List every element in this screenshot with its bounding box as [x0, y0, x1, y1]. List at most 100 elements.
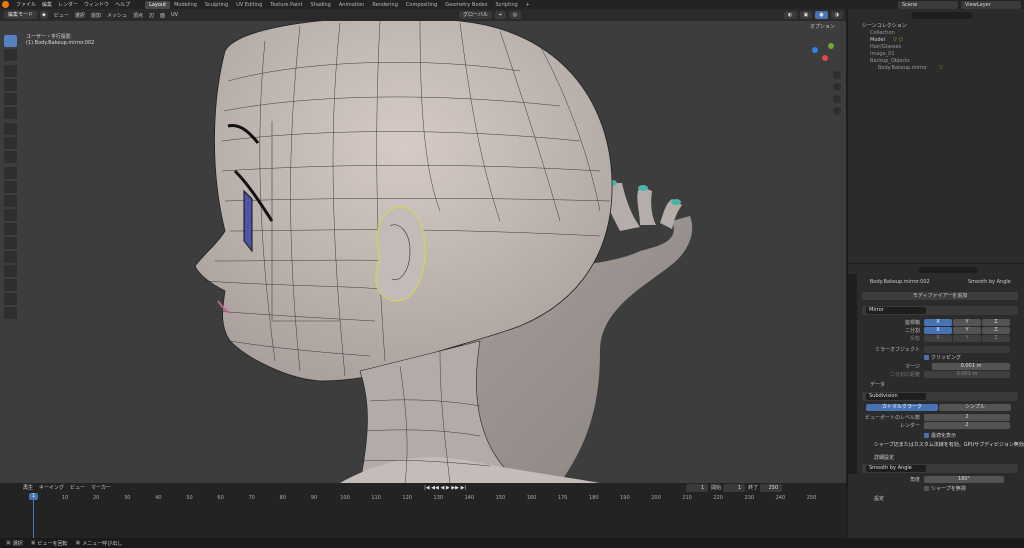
shading-material-icon[interactable]: ◑ — [830, 11, 843, 19]
tab-modeling[interactable]: Modeling — [170, 1, 201, 9]
transform-tool-icon[interactable] — [4, 107, 17, 119]
scale-tool-icon[interactable] — [4, 93, 17, 105]
inset-tool-icon[interactable] — [4, 181, 17, 193]
spin-tool-icon[interactable] — [4, 251, 17, 263]
mirror-name-field[interactable]: Mirror — [866, 307, 926, 314]
menu-add[interactable]: 追加 — [88, 12, 104, 19]
tab-animation[interactable]: Animation — [335, 1, 369, 9]
menu-vertex[interactable]: 頂点 — [130, 12, 146, 19]
mirror-axis-x[interactable]: X — [924, 319, 952, 326]
smooth-name-field[interactable]: Smooth by Angle — [866, 465, 926, 472]
subdivision-modifier-header[interactable]: Subdivision — [862, 392, 1018, 401]
orientation-selector[interactable]: グローバル — [458, 11, 492, 19]
subdivision-name-field[interactable]: Subdivision — [866, 393, 926, 400]
advanced-subpanel[interactable]: 詳細設定 — [874, 454, 894, 461]
catmull-clark-tab[interactable]: カトマルクラーク — [866, 404, 938, 411]
outliner-item[interactable]: Body.Bakeup.mirror ▽ — [848, 64, 1024, 71]
add-cube-tool-icon[interactable] — [4, 151, 17, 163]
shrink-tool-icon[interactable] — [4, 293, 17, 305]
smooth-layer-subpanel[interactable]: 設定 — [874, 495, 884, 502]
tab-rendering[interactable]: Rendering — [368, 1, 402, 9]
tab-scripting[interactable]: Scripting — [491, 1, 521, 9]
viewport-levels-field[interactable]: 2 — [924, 414, 1010, 421]
bisect-z[interactable]: Z — [982, 327, 1010, 334]
menu-face[interactable]: 面 — [157, 12, 168, 19]
outliner-item[interactable]: Collection — [848, 29, 1024, 36]
outliner-item[interactable]: Hair/Glasses — [848, 43, 1024, 50]
tab-shading[interactable]: Shading — [307, 1, 335, 9]
annotate-tool-icon[interactable] — [4, 123, 17, 135]
tab-compositing[interactable]: Compositing — [402, 1, 441, 9]
move-tool-icon[interactable] — [4, 65, 17, 77]
flip-y[interactable]: Y — [953, 335, 981, 342]
menu-view[interactable]: ビュー — [51, 12, 72, 19]
blender-logo-icon[interactable] — [2, 1, 9, 8]
tab-uv-editing[interactable]: UV Editing — [232, 1, 266, 9]
outliner-item[interactable]: Backup_Objects — [848, 57, 1024, 64]
properties-search-input[interactable] — [918, 267, 978, 273]
flip-z[interactable]: Z — [982, 335, 1010, 342]
outliner-item[interactable]: Model ▽ ⬡ — [848, 36, 1024, 43]
poly-build-tool-icon[interactable] — [4, 237, 17, 249]
shear-tool-icon[interactable] — [4, 307, 17, 319]
smooth-tool-icon[interactable] — [4, 265, 17, 277]
menu-edge[interactable]: 辺 — [146, 12, 157, 19]
menu-edit[interactable]: 編集 — [39, 1, 55, 8]
angle-field[interactable]: 180° — [924, 476, 1004, 483]
menu-window[interactable]: ウィンドウ — [81, 1, 112, 8]
tab-layout[interactable]: Layout — [145, 0, 171, 9]
tab-geometry-nodes[interactable]: Geometry Nodes — [441, 1, 491, 9]
outliner-item[interactable]: Image_01 — [848, 50, 1024, 57]
add-modifier-button[interactable]: モディファイアーを追加 — [862, 292, 1018, 300]
outliner-search-input[interactable] — [912, 12, 972, 19]
menu-mesh[interactable]: メッシュ — [104, 12, 130, 19]
menu-uv[interactable]: UV — [168, 12, 181, 18]
bevel-tool-icon[interactable] — [4, 195, 17, 207]
mirror-object-field[interactable] — [924, 346, 1010, 353]
overlay-icon[interactable]: ◐ — [784, 11, 797, 19]
ortho-toggle-icon[interactable] — [833, 107, 841, 115]
tab-texture-paint[interactable]: Texture Paint — [266, 1, 306, 9]
view-layer-selector[interactable]: ViewLayer — [961, 0, 1021, 9]
select-tool-icon[interactable] — [4, 35, 17, 47]
smooth-modifier-header[interactable]: Smooth by Angle — [862, 464, 1018, 473]
vertex-select-button[interactable]: ◆ — [40, 11, 48, 19]
mirror-axis-y[interactable]: Y — [953, 319, 981, 326]
tab-sculpting[interactable]: Sculpting — [201, 1, 232, 9]
edge-slide-tool-icon[interactable] — [4, 279, 17, 291]
3d-viewport[interactable]: ユーザー・平行投影 (1) Body.Bakeup.mirror.002 オプシ… — [0, 21, 846, 483]
shading-solid-icon[interactable]: ● — [815, 11, 828, 19]
overlay-options-button[interactable]: オプション — [810, 23, 835, 30]
menu-select[interactable]: 選択 — [72, 12, 88, 19]
pan-hand-icon[interactable] — [833, 83, 841, 91]
extrude-tool-icon[interactable] — [4, 167, 17, 179]
xray-icon[interactable]: ▣ — [799, 11, 813, 19]
bisect-x[interactable]: X — [924, 327, 952, 334]
snap-icon[interactable]: ⌖ — [494, 11, 506, 19]
scene-selector[interactable]: Scene — [898, 0, 958, 9]
navigation-gizmo[interactable] — [808, 41, 838, 71]
optimal-display-checkbox[interactable]: 最適化表示 — [924, 432, 956, 439]
playhead-frame-label[interactable]: 1 — [29, 493, 38, 500]
loop-cut-tool-icon[interactable] — [4, 209, 17, 221]
outliner-root[interactable]: シーンコレクション — [848, 22, 1024, 29]
bisect-y[interactable]: Y — [953, 327, 981, 334]
mirror-data-subpanel[interactable]: データ — [870, 381, 885, 388]
cursor-tool-icon[interactable] — [4, 49, 17, 61]
flip-x[interactable]: X — [924, 335, 952, 342]
simple-tab[interactable]: シンプル — [939, 404, 1011, 411]
zoom-icon[interactable] — [833, 71, 841, 79]
mirror-axis-z[interactable]: Z — [982, 319, 1010, 326]
bisect-distance-field[interactable]: 0.001 m — [924, 371, 1010, 378]
frame-ruler[interactable]: 1102030405060708090100110120130140150160… — [0, 483, 846, 503]
add-workspace-button[interactable]: + — [522, 1, 534, 9]
mode-selector[interactable]: 編集モード — [4, 11, 38, 19]
knife-tool-icon[interactable] — [4, 223, 17, 235]
merge-field[interactable]: 0.001 m — [932, 363, 1010, 370]
menu-file[interactable]: ファイル — [13, 1, 39, 8]
render-levels-field[interactable]: 2 — [924, 422, 1010, 429]
clipping-checkbox[interactable]: クリッピング — [924, 354, 961, 361]
menu-help[interactable]: ヘルプ — [112, 1, 133, 8]
mirror-modifier-header[interactable]: Mirror — [862, 306, 1018, 315]
proportional-edit-icon[interactable]: ◎ — [508, 11, 522, 19]
